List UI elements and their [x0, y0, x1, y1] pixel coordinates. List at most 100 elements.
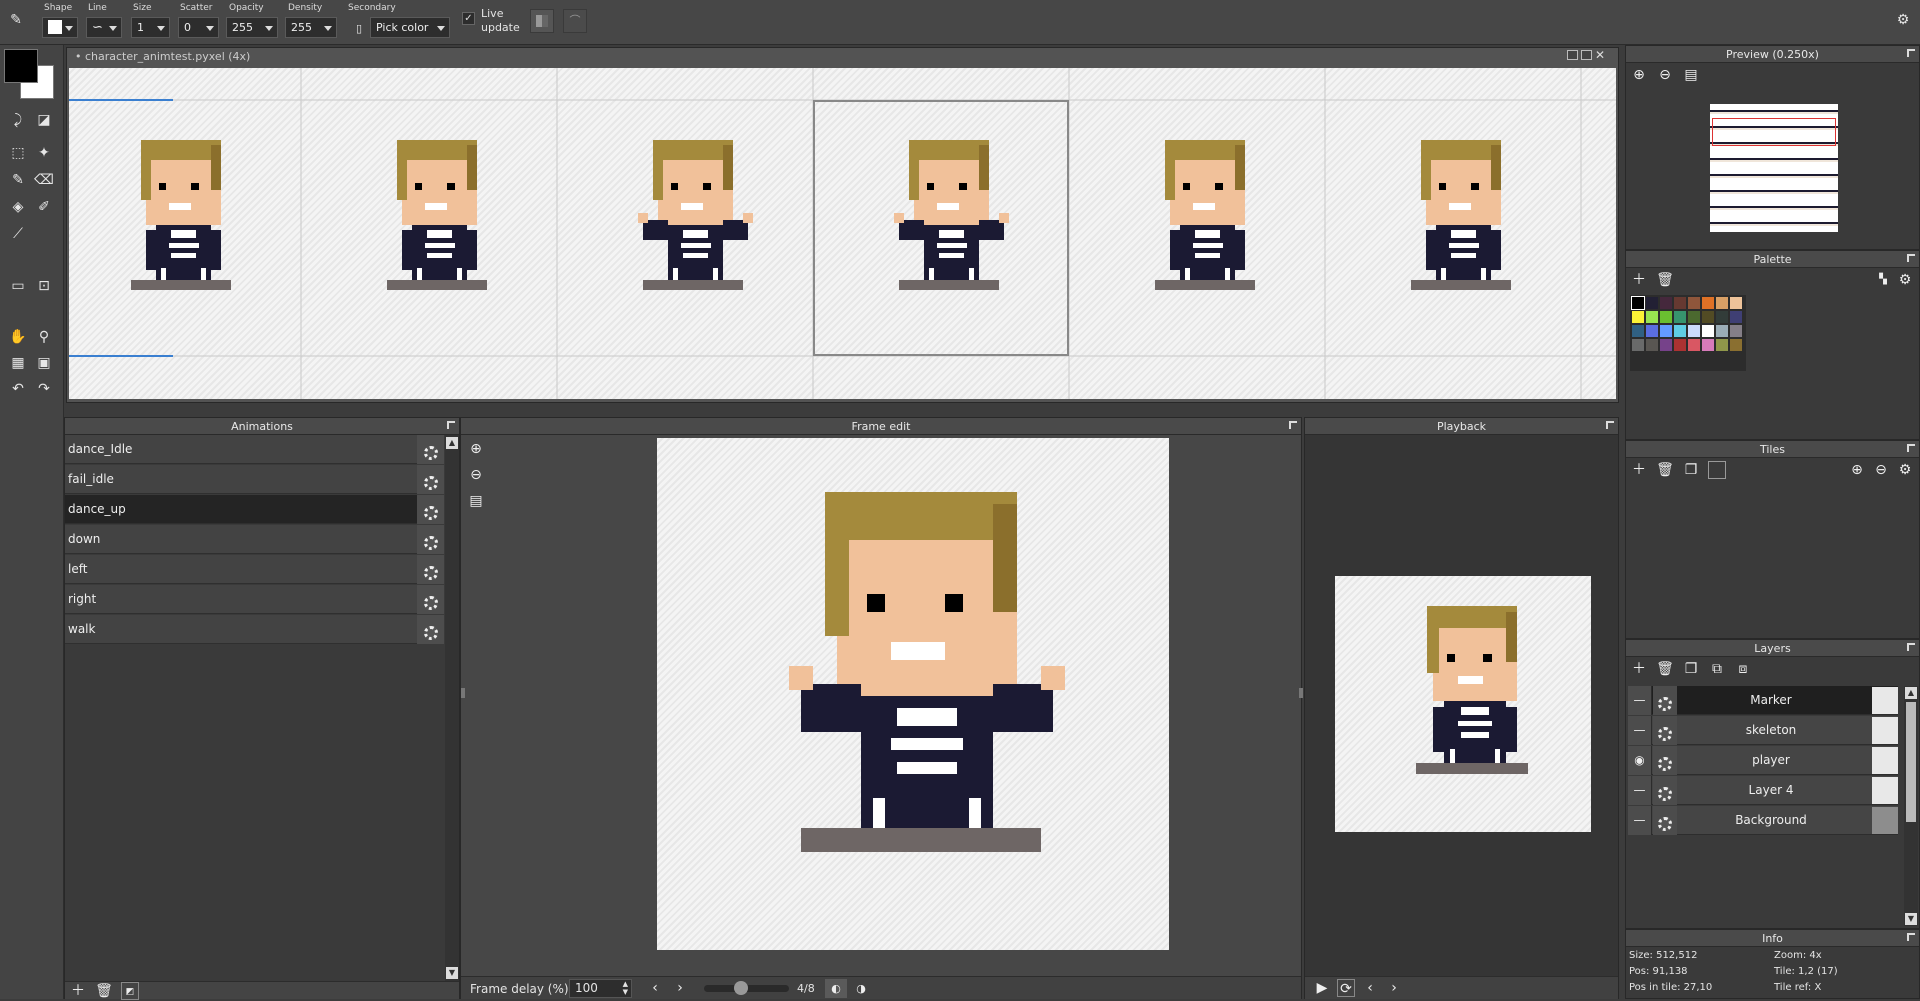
layer-row[interactable]: — Background: [1628, 806, 1898, 835]
palette-swatch[interactable]: [1716, 311, 1728, 323]
merge-layer-icon[interactable]: ⧉: [1708, 660, 1726, 678]
fit-view-icon[interactable]: ▤: [1682, 66, 1700, 84]
palette-swatch[interactable]: [1688, 339, 1700, 351]
animation-item[interactable]: down: [65, 525, 444, 554]
zoom-out-icon[interactable]: ⊖: [467, 466, 485, 484]
visibility-toggle-icon[interactable]: —: [1628, 776, 1652, 805]
pin-icon[interactable]: [1907, 444, 1915, 452]
palette-swatch[interactable]: [1674, 339, 1686, 351]
layer-settings-icon[interactable]: [1653, 716, 1677, 745]
frame-edit-canvas[interactable]: [657, 438, 1169, 950]
pin-icon[interactable]: [1606, 421, 1614, 429]
palette-swatch[interactable]: [1660, 325, 1672, 337]
play-icon[interactable]: ▶: [1313, 979, 1331, 997]
settings-gear-icon[interactable]: ⚙: [1893, 10, 1913, 30]
transform-icon[interactable]: ⊡: [34, 276, 54, 296]
primary-color-swatch[interactable]: [4, 49, 38, 83]
density-select[interactable]: 255: [285, 17, 337, 38]
pin-icon[interactable]: [1907, 643, 1915, 651]
palette-swatches-icon[interactable]: ▚: [1874, 271, 1892, 289]
animation-settings-gear-icon[interactable]: [417, 435, 444, 464]
copy-tile-icon[interactable]: ❐: [1682, 461, 1700, 479]
frame-delay-input[interactable]: 100 ▲ ▼: [569, 979, 632, 998]
animation-settings-icon[interactable]: ◩: [121, 982, 139, 1000]
opacity-select[interactable]: 255: [226, 17, 278, 38]
layer-row[interactable]: ◉ player: [1628, 746, 1898, 775]
live-update-checkbox[interactable]: ✓: [462, 12, 475, 25]
scroll-up-icon[interactable]: ▲: [1905, 687, 1917, 699]
palette-swatch[interactable]: [1730, 339, 1742, 351]
palette-swatch[interactable]: [1632, 311, 1644, 323]
palette-swatch[interactable]: [1646, 325, 1658, 337]
brush-icon[interactable]: ✐: [34, 197, 54, 217]
pin-icon[interactable]: [1907, 49, 1915, 57]
minimize-icon[interactable]: [1567, 50, 1578, 60]
zoom-out-icon[interactable]: ⊖: [1656, 66, 1674, 84]
add-color-icon[interactable]: ＋: [1630, 271, 1648, 289]
palette-swatch[interactable]: [1660, 297, 1672, 309]
color-picker-icon[interactable]: ⟋: [8, 224, 28, 244]
animation-settings-gear-icon[interactable]: [417, 465, 444, 494]
line-select[interactable]: ∽: [86, 17, 122, 38]
visibility-toggle-icon[interactable]: —: [1628, 686, 1652, 715]
eraser-icon[interactable]: ⌫: [34, 170, 54, 190]
preview-thumbnail[interactable]: [1710, 104, 1838, 232]
zoom-in-icon[interactable]: ⊕: [467, 440, 485, 458]
pin-icon[interactable]: [1907, 254, 1915, 262]
palette-settings-icon[interactable]: ⚙: [1896, 271, 1914, 289]
redo-icon[interactable]: ↷: [34, 379, 54, 399]
reset-colors-icon[interactable]: ◪: [34, 110, 54, 130]
restore-icon[interactable]: [1581, 50, 1592, 60]
tiles-settings-icon[interactable]: ⚙: [1896, 461, 1914, 479]
pencil-icon[interactable]: ✎: [6, 10, 26, 30]
animation-settings-gear-icon[interactable]: [417, 615, 444, 644]
palette-swatch[interactable]: [1632, 325, 1644, 337]
scroll-down-icon[interactable]: ▼: [446, 967, 458, 979]
sprite-sheet-canvas[interactable]: [69, 68, 1616, 399]
animation-item[interactable]: walk: [65, 615, 444, 644]
animation-item[interactable]: dance_Idle: [65, 435, 444, 464]
palette-swatch[interactable]: [1660, 311, 1672, 323]
hand-pan-icon[interactable]: ✋: [8, 327, 28, 347]
splitter-handle-right[interactable]: [1299, 688, 1303, 698]
layers-scrollbar[interactable]: ▲ ▼: [1904, 686, 1918, 926]
scroll-thumb[interactable]: [1906, 702, 1916, 822]
animation-item[interactable]: left: [65, 555, 444, 584]
palette-swatch[interactable]: [1702, 311, 1714, 323]
onion-skin-next-button[interactable]: ◑: [850, 979, 872, 998]
magic-wand-icon[interactable]: ✦: [34, 143, 54, 163]
onion-skin-prev-button[interactable]: ◐: [825, 979, 847, 998]
scatter-select[interactable]: 0: [178, 17, 219, 38]
layer-row[interactable]: — skeleton: [1628, 716, 1898, 745]
animation-settings-gear-icon[interactable]: [417, 525, 444, 554]
delete-color-icon[interactable]: 🗑: [1656, 271, 1674, 289]
delete-layer-icon[interactable]: 🗑: [1656, 660, 1674, 678]
palette-swatch[interactable]: [1674, 297, 1686, 309]
palette-swatch[interactable]: [1702, 325, 1714, 337]
layer-settings-icon[interactable]: [1653, 686, 1677, 715]
palette-swatch[interactable]: [1730, 311, 1742, 323]
swap-colors-icon[interactable]: ⤸: [8, 110, 28, 130]
palette-swatch[interactable]: [1716, 339, 1728, 351]
visibility-toggle-icon[interactable]: —: [1628, 806, 1652, 835]
animation-settings-gear-icon[interactable]: [417, 495, 444, 524]
fit-view-icon[interactable]: ▤: [467, 492, 485, 510]
close-icon[interactable]: ✕: [1595, 48, 1605, 62]
scroll-up-icon[interactable]: ▲: [446, 437, 458, 449]
zoom-out-icon[interactable]: ⊖: [1872, 461, 1890, 479]
eye-visible-icon[interactable]: ◉: [1628, 746, 1652, 775]
splitter-handle[interactable]: [461, 688, 465, 698]
add-layer-icon[interactable]: ＋: [1630, 660, 1648, 678]
delete-tile-icon[interactable]: 🗑: [1656, 461, 1674, 479]
secondary-select[interactable]: Pick color: [370, 17, 450, 38]
line-tool-icon[interactable]: ▭: [8, 276, 28, 296]
layer-settings-icon[interactable]: [1653, 776, 1677, 805]
duplicate-layer-icon[interactable]: ❐: [1682, 660, 1700, 678]
palette-swatch[interactable]: [1646, 311, 1658, 323]
loop-icon[interactable]: ⟳: [1337, 979, 1355, 997]
pencil-tool-icon[interactable]: ✎: [8, 170, 28, 190]
undo-icon[interactable]: ↶: [8, 379, 28, 399]
add-tile-icon[interactable]: ＋: [1630, 461, 1648, 479]
delete-animation-icon[interactable]: 🗑: [95, 982, 113, 1000]
fill-bucket-icon[interactable]: ◈: [8, 197, 28, 217]
